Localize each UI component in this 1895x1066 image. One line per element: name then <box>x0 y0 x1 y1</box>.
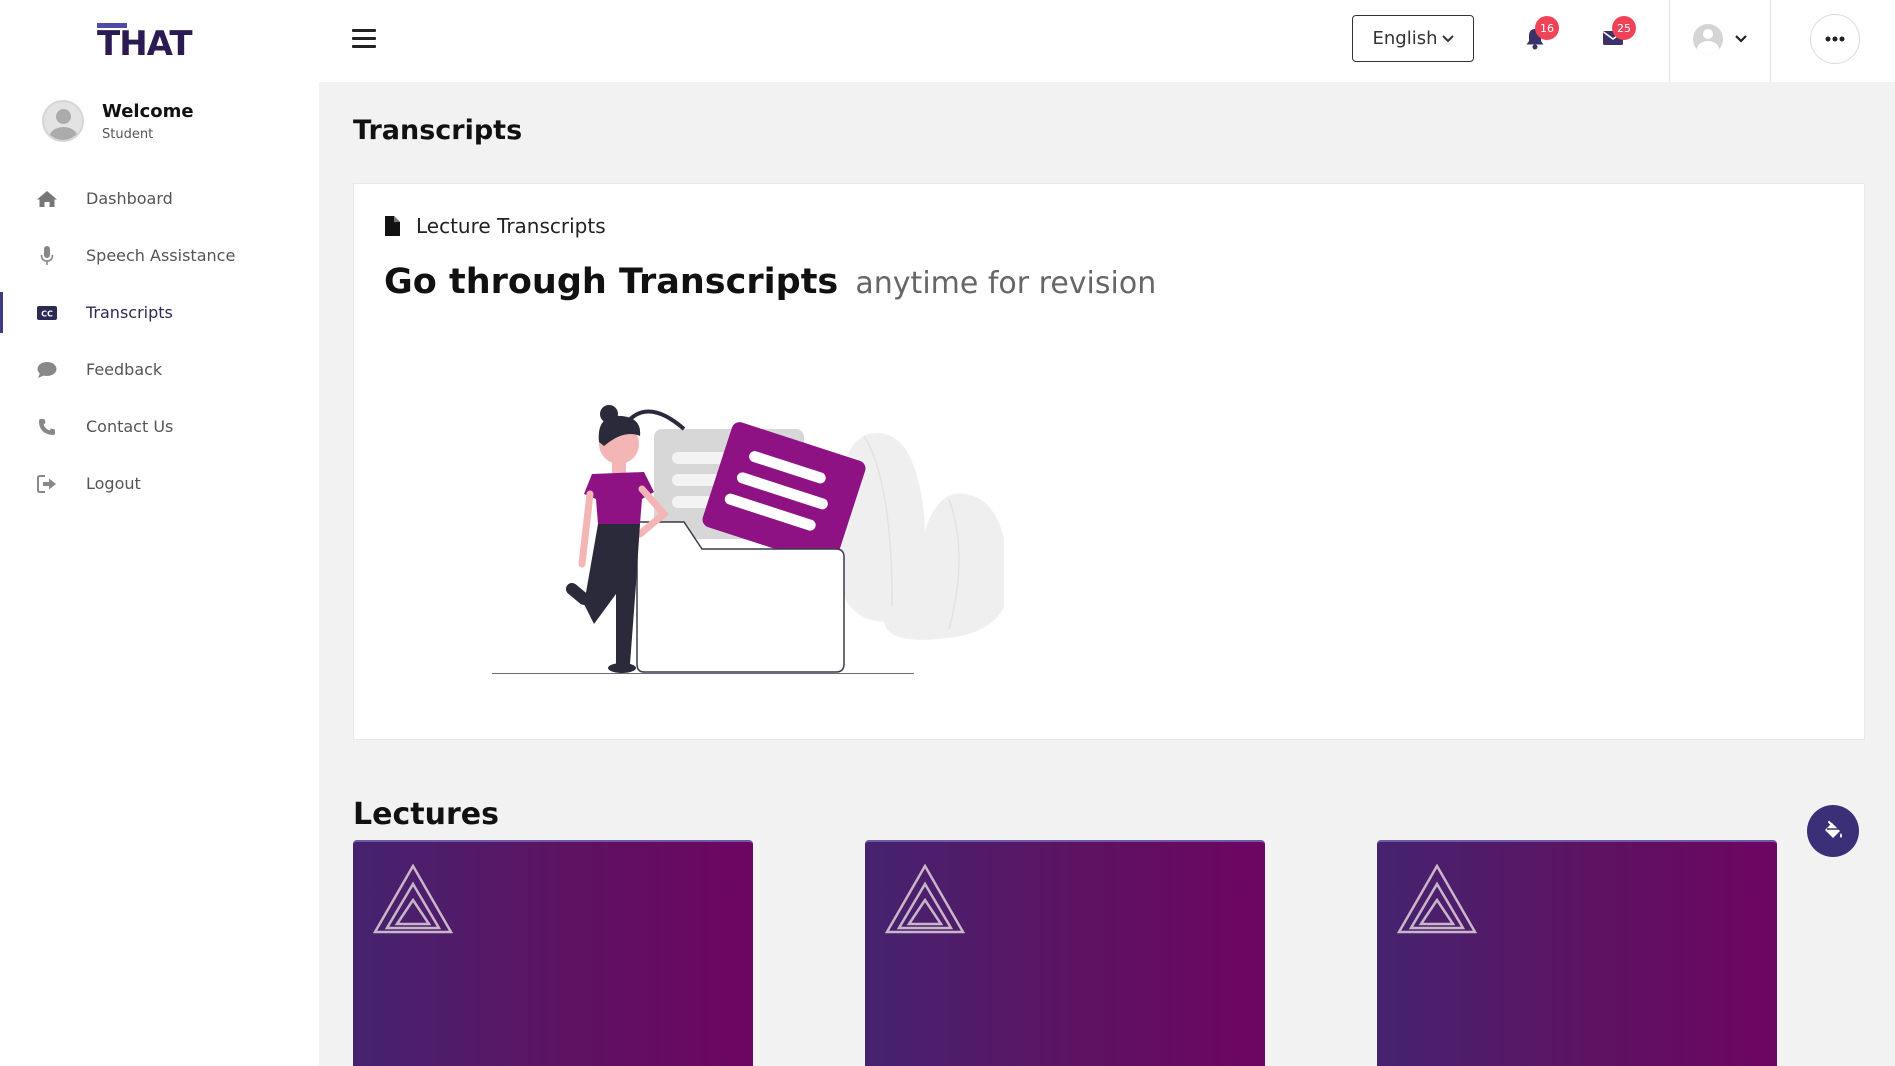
sidebar-item-logout[interactable]: Logout <box>0 455 319 512</box>
notifications-button[interactable]: 16 <box>1525 16 1559 54</box>
language-select[interactable]: English <box>1352 15 1474 62</box>
document-icon <box>385 216 400 236</box>
phone-icon <box>36 416 58 438</box>
sidebar-item-transcripts[interactable]: CC Transcripts <box>0 284 319 341</box>
avatar <box>42 100 84 142</box>
paint-bucket-icon <box>1825 821 1842 838</box>
lectures-section-title: Lectures <box>353 797 499 832</box>
closed-captions-icon: CC <box>36 302 58 324</box>
language-label: English <box>1372 28 1438 49</box>
notifications-badge: 16 <box>1535 16 1559 40</box>
svg-text:CC: CC <box>41 309 53 318</box>
folder-illustration <box>492 405 1004 674</box>
page-title: Transcripts <box>353 115 523 146</box>
ellipsis-icon <box>1825 36 1845 42</box>
sidebar: THAT Welcome Student Dashboard Speech As… <box>0 0 319 1066</box>
lecture-card[interactable] <box>865 840 1265 1066</box>
card-label: Lecture Transcripts <box>384 214 606 238</box>
microphone-icon <box>36 245 58 267</box>
transcripts-hero-card: Lecture Transcripts Go through Transcrip… <box>353 183 1865 740</box>
sidebar-item-label: Speech Assistance <box>86 246 236 265</box>
messages-button[interactable]: 25 <box>1602 16 1636 50</box>
logo-accent-bar <box>97 23 127 28</box>
home-icon <box>36 188 58 210</box>
card-headline: Go through Transcripts anytime for revis… <box>384 262 1156 302</box>
headline-subtext: anytime for revision <box>855 266 1157 301</box>
user-role: Student <box>102 126 154 142</box>
divider <box>1669 0 1670 82</box>
messages-badge: 25 <box>1612 16 1636 40</box>
logo-text: THAT <box>97 24 193 64</box>
chevron-down-icon <box>1441 32 1454 46</box>
card-label-text: Lecture Transcripts <box>416 214 606 238</box>
lecture-card[interactable] <box>1377 840 1777 1066</box>
more-options-button[interactable] <box>1810 14 1860 64</box>
divider <box>1770 0 1771 82</box>
user-welcome: Welcome Student <box>42 100 194 142</box>
lecture-card[interactable] <box>353 840 753 1066</box>
triangle-logo-icon <box>373 864 453 934</box>
welcome-title: Welcome <box>102 100 194 122</box>
sidebar-item-label: Contact Us <box>86 417 174 436</box>
logout-icon <box>36 473 58 495</box>
app-logo[interactable]: THAT <box>97 23 193 64</box>
menu-toggle-icon[interactable] <box>352 29 376 49</box>
top-header: English 16 25 <box>319 0 1895 82</box>
sidebar-item-feedback[interactable]: Feedback <box>0 341 319 398</box>
sidebar-item-label: Logout <box>86 474 141 493</box>
sidebar-item-label: Dashboard <box>86 189 173 208</box>
sidebar-item-speech-assistance[interactable]: Speech Assistance <box>0 227 319 284</box>
user-menu-toggle[interactable] <box>1693 24 1747 54</box>
triangle-logo-icon <box>1397 864 1477 934</box>
chevron-down-icon <box>1735 31 1747 47</box>
theme-customizer-button[interactable] <box>1807 805 1859 857</box>
sidebar-item-label: Transcripts <box>86 303 173 322</box>
sidebar-nav: Dashboard Speech Assistance CC Transcrip… <box>0 170 319 512</box>
triangle-logo-icon <box>885 864 965 934</box>
chat-bubble-icon <box>36 359 58 381</box>
avatar <box>1693 24 1723 54</box>
headline-bold: Go through Transcripts <box>384 262 839 302</box>
sidebar-item-label: Feedback <box>86 360 163 379</box>
sidebar-item-dashboard[interactable]: Dashboard <box>0 170 319 227</box>
sidebar-item-contact-us[interactable]: Contact Us <box>0 398 319 455</box>
